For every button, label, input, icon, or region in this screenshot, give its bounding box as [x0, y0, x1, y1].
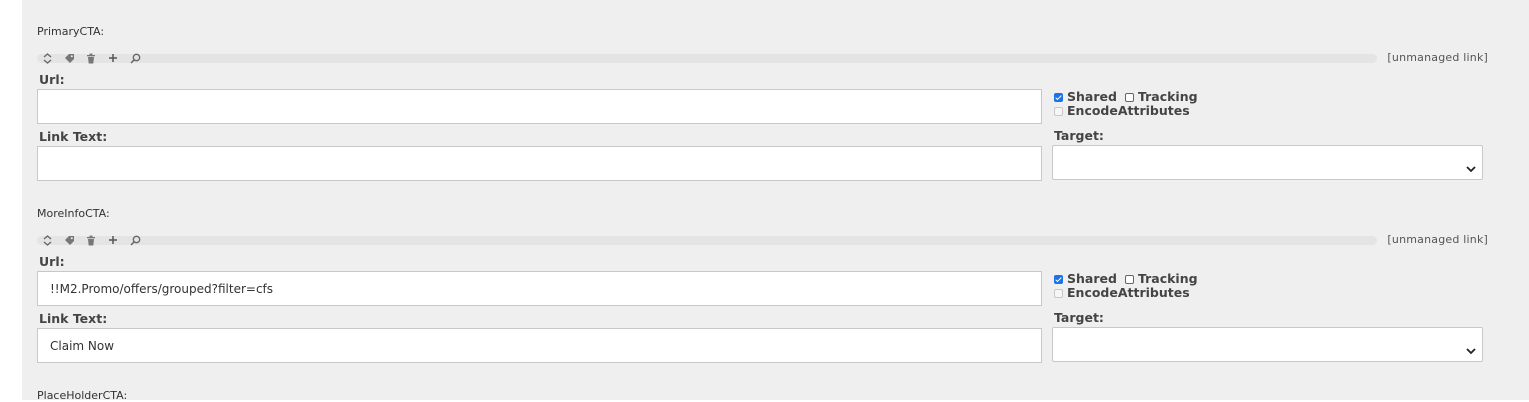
unmanaged-link-label: [unmanaged link] — [1387, 233, 1488, 246]
url-input[interactable] — [37, 271, 1042, 306]
field-title: MoreInfoCTA: — [37, 207, 110, 220]
plus-icon[interactable] — [106, 51, 120, 65]
shared-label: Shared — [1067, 271, 1117, 286]
shared-checkbox[interactable] — [1054, 92, 1063, 102]
target-label: Target: — [1054, 310, 1104, 325]
encode-attributes-label: EncodeAttributes — [1067, 103, 1190, 118]
url-input[interactable] — [37, 89, 1042, 124]
link-text-label: Link Text: — [39, 311, 108, 326]
link-toolbar: [unmanaged link] — [37, 51, 1488, 65]
encode-attributes-label: EncodeAttributes — [1067, 285, 1190, 300]
encode-attributes-checkbox[interactable] — [1054, 106, 1063, 116]
shared-checkbox[interactable] — [1054, 274, 1063, 284]
search-icon[interactable] — [128, 233, 142, 247]
url-label: Url: — [39, 254, 65, 269]
target-select[interactable] — [1052, 327, 1483, 362]
section-placeholder-cta: PlaceHolderCTA: — [22, 364, 1529, 402]
plus-icon[interactable] — [106, 233, 120, 247]
tracking-label: Tracking — [1137, 89, 1198, 104]
field-title: PrimaryCTA: — [37, 25, 105, 38]
link-toolbar: [unmanaged link] — [37, 233, 1488, 247]
target-label: Target: — [1054, 128, 1104, 143]
toolbar-bar — [37, 236, 1377, 245]
unmanaged-link-label: [unmanaged link] — [1387, 51, 1488, 64]
url-label: Url: — [39, 72, 65, 87]
shared-label: Shared — [1067, 89, 1117, 104]
link-options: Shared Tracking EncodeAttributes — [1054, 272, 1354, 300]
tag-icon[interactable] — [62, 51, 76, 65]
section-primary-cta: PrimaryCTA: [unmanaged link] Url: Shared… — [22, 0, 1529, 182]
encode-attributes-checkbox[interactable] — [1054, 288, 1063, 298]
chevron-down-icon — [1466, 158, 1476, 177]
field-title: PlaceHolderCTA: — [37, 389, 128, 402]
target-select[interactable] — [1052, 145, 1483, 180]
sort-arrows-icon[interactable] — [40, 233, 54, 247]
tracking-checkbox[interactable] — [1124, 274, 1134, 284]
link-text-input[interactable] — [37, 146, 1042, 181]
tracking-label: Tracking — [1137, 271, 1198, 286]
tracking-checkbox[interactable] — [1124, 92, 1134, 102]
toolbar-bar — [37, 54, 1377, 63]
section-more-info-cta: MoreInfoCTA: [unmanaged link] Url: !!M2.… — [22, 182, 1529, 364]
trash-icon[interactable] — [84, 233, 98, 247]
chevron-down-icon — [1466, 340, 1476, 359]
tag-icon[interactable] — [62, 233, 76, 247]
link-text-label: Link Text: — [39, 129, 108, 144]
sort-arrows-icon[interactable] — [40, 51, 54, 65]
search-icon[interactable] — [128, 51, 142, 65]
trash-icon[interactable] — [84, 51, 98, 65]
link-text-input[interactable] — [37, 328, 1042, 363]
link-options: Shared Tracking EncodeAttributes — [1054, 90, 1354, 118]
field-panel: PrimaryCTA: [unmanaged link] Url: Shared… — [22, 0, 1529, 402]
